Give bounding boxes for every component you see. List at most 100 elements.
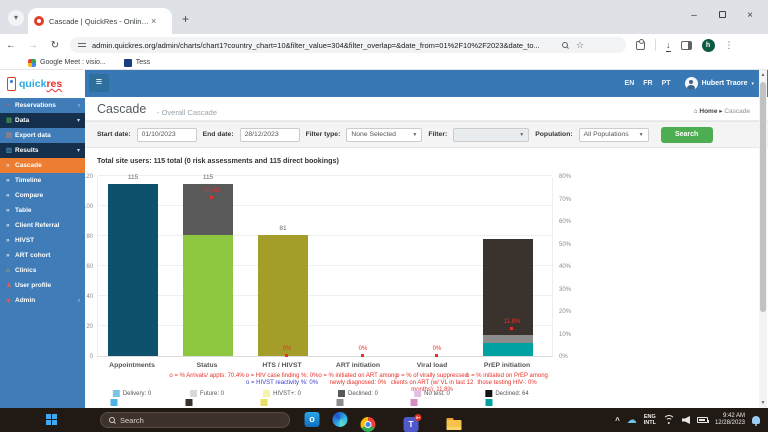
- downloads-icon[interactable]: ↓: [666, 41, 671, 50]
- onedrive-icon[interactable]: ☁: [627, 415, 637, 426]
- population-select[interactable]: All Populations▼: [579, 128, 649, 142]
- language-option-pt[interactable]: PT: [662, 80, 671, 87]
- start-date-input[interactable]: [137, 128, 197, 142]
- hamburger-menu-icon[interactable]: ≡: [89, 74, 109, 92]
- browser-menu-icon[interactable]: ⋮: [725, 40, 734, 51]
- plot-area: 11511570.4%810%0%0%11.8%: [97, 177, 553, 357]
- profile-avatar[interactable]: h: [702, 39, 715, 52]
- sidebar-item-label: Timeline: [15, 177, 41, 184]
- reservations-icon: ◔: [6, 102, 15, 109]
- zoom-icon[interactable]: [562, 42, 568, 48]
- volume-icon[interactable]: [682, 416, 690, 424]
- clinics-icon: ⌂: [6, 267, 15, 274]
- sidebar-item-table[interactable]: »Table: [0, 203, 85, 218]
- scrollbar-thumb[interactable]: [760, 82, 766, 312]
- page-scrollbar[interactable]: ▲ ▼: [759, 70, 767, 408]
- arrow-right-icon: »: [6, 237, 15, 244]
- sidebar-item-admin[interactable]: ◈Admin‹: [0, 293, 85, 308]
- wifi-icon[interactable]: [663, 415, 675, 425]
- url-text[interactable]: admin.quickres.org/admin/charts/chart1?c…: [92, 41, 562, 50]
- window-maximize-button[interactable]: [708, 10, 736, 21]
- filter-type-select[interactable]: None Selected▼: [346, 128, 422, 142]
- user-avatar-icon: [685, 77, 698, 90]
- taskbar-search[interactable]: Search: [100, 412, 290, 428]
- site-settings-icon[interactable]: [78, 41, 86, 49]
- back-button[interactable]: ←: [0, 40, 22, 51]
- sidebar-item-results[interactable]: ▥Results▾: [0, 143, 85, 158]
- tray-chevron-icon[interactable]: ^: [615, 416, 620, 425]
- legend-item-delivery-0[interactable]: Delivery: 0: [113, 390, 151, 397]
- sidebar-item-label: Table: [15, 207, 32, 214]
- address-bar[interactable]: admin.quickres.org/admin/charts/chart1?c…: [70, 37, 626, 53]
- outlook-icon[interactable]: o: [305, 412, 320, 427]
- battery-icon[interactable]: [697, 417, 708, 423]
- teams-icon[interactable]: T9+: [404, 417, 419, 432]
- window-close-button[interactable]: ×: [736, 10, 764, 21]
- sidebar-item-hivst[interactable]: »HIVST: [0, 233, 85, 248]
- legend-item-future-0[interactable]: Future: 0: [190, 390, 224, 397]
- language-option-en[interactable]: EN: [625, 80, 635, 87]
- chevron-left-icon: ‹: [78, 103, 80, 109]
- language-option-fr[interactable]: FR: [643, 80, 652, 87]
- new-tab-button[interactable]: +: [182, 12, 189, 26]
- legend-item-row2: [261, 399, 268, 406]
- legend-label: Declined: 64: [495, 391, 528, 397]
- annotation-text: o = HIV case finding %: 0%: [240, 373, 324, 380]
- legend-item-declined-64[interactable]: Declined: 64: [485, 390, 528, 397]
- scatter-dot: [435, 354, 438, 357]
- sidebar-item-cascade[interactable]: »Cascade: [0, 158, 85, 173]
- end-date-input[interactable]: [240, 128, 300, 142]
- legend-item-no-test-0[interactable]: No test: 0: [414, 390, 450, 397]
- tab-close-icon[interactable]: ×: [151, 16, 156, 26]
- sidebar-item-export-data[interactable]: ▤Export data: [0, 128, 85, 143]
- screen: ▾ Cascade | QuickRes - Online Re × + – ×…: [0, 0, 768, 432]
- window-minimize-button[interactable]: –: [680, 10, 708, 21]
- sidebar-item-reservations[interactable]: ◔Reservations‹: [0, 98, 85, 113]
- arrow-right-icon: »: [6, 222, 15, 229]
- sidebar-item-timeline[interactable]: »Timeline: [0, 173, 85, 188]
- tab-search-chevron-icon[interactable]: ▾: [8, 10, 24, 26]
- edge-icon[interactable]: [333, 412, 348, 427]
- sidebar-item-data[interactable]: ▦Data▾: [0, 113, 85, 128]
- legend-swatch: [263, 390, 270, 397]
- tess-icon: [124, 59, 132, 67]
- reload-button[interactable]: ↻: [44, 40, 66, 51]
- breadcrumb-home[interactable]: Home: [699, 108, 717, 115]
- quickres-logo[interactable]: quickres: [0, 70, 85, 98]
- sidebar-item-client-referral[interactable]: »Client Referral: [0, 218, 85, 233]
- chrome-icon[interactable]: [361, 417, 376, 432]
- phone-logo-icon: [7, 77, 16, 91]
- sidebar-item-label: Admin: [15, 297, 35, 304]
- maximize-icon: [719, 11, 726, 18]
- notifications-bell-icon[interactable]: [752, 416, 760, 424]
- legend-swatch: [190, 390, 197, 397]
- start-button-icon[interactable]: [46, 414, 58, 426]
- bookmark-google-meet[interactable]: Google Meet : visio...: [28, 59, 106, 67]
- main-area: ≡ ENFRPT Hubert Traore ▾ Cascade - Overa…: [85, 70, 768, 408]
- scroll-down-icon[interactable]: ▼: [759, 400, 767, 406]
- x-axis-label-status: Status: [171, 362, 243, 369]
- extensions-icon[interactable]: [636, 41, 645, 50]
- bookmark-star-icon[interactable]: ☆: [576, 40, 584, 51]
- legend-label: HIVST+: 0: [273, 391, 301, 397]
- sidebar-item-compare[interactable]: »Compare: [0, 188, 85, 203]
- scroll-up-icon[interactable]: ▲: [759, 72, 767, 78]
- scatter-dot-label: 0%: [417, 346, 457, 352]
- search-button[interactable]: Search: [661, 127, 713, 143]
- browser-toolbar: ← → ↻ admin.quickres.org/admin/charts/ch…: [0, 34, 768, 56]
- chevron-down-icon: ▼: [519, 132, 524, 138]
- user-menu[interactable]: Hubert Traore ▾: [685, 77, 754, 90]
- bookmark-tess[interactable]: Tess: [124, 59, 150, 67]
- sidebar-item-clinics[interactable]: ⌂Clinics: [0, 263, 85, 278]
- sidebar-item-user-profile[interactable]: ♟User profile: [0, 278, 85, 293]
- sidebar-item-art-cohort[interactable]: »ART cohort: [0, 248, 85, 263]
- legend-swatch: [338, 390, 345, 397]
- legend-item-row2: [411, 399, 418, 406]
- clock[interactable]: 9:42 AM12/28/2023: [715, 413, 745, 427]
- input-language[interactable]: ENGINTL: [644, 414, 656, 426]
- side-panel-icon[interactable]: [681, 41, 692, 50]
- browser-tab[interactable]: Cascade | QuickRes - Online Re ×: [28, 8, 172, 34]
- file-explorer-icon[interactable]: [447, 417, 462, 432]
- legend-item-hivst-0[interactable]: HIVST+: 0: [263, 390, 301, 397]
- legend-item-declined-0[interactable]: Declined: 0: [338, 390, 378, 397]
